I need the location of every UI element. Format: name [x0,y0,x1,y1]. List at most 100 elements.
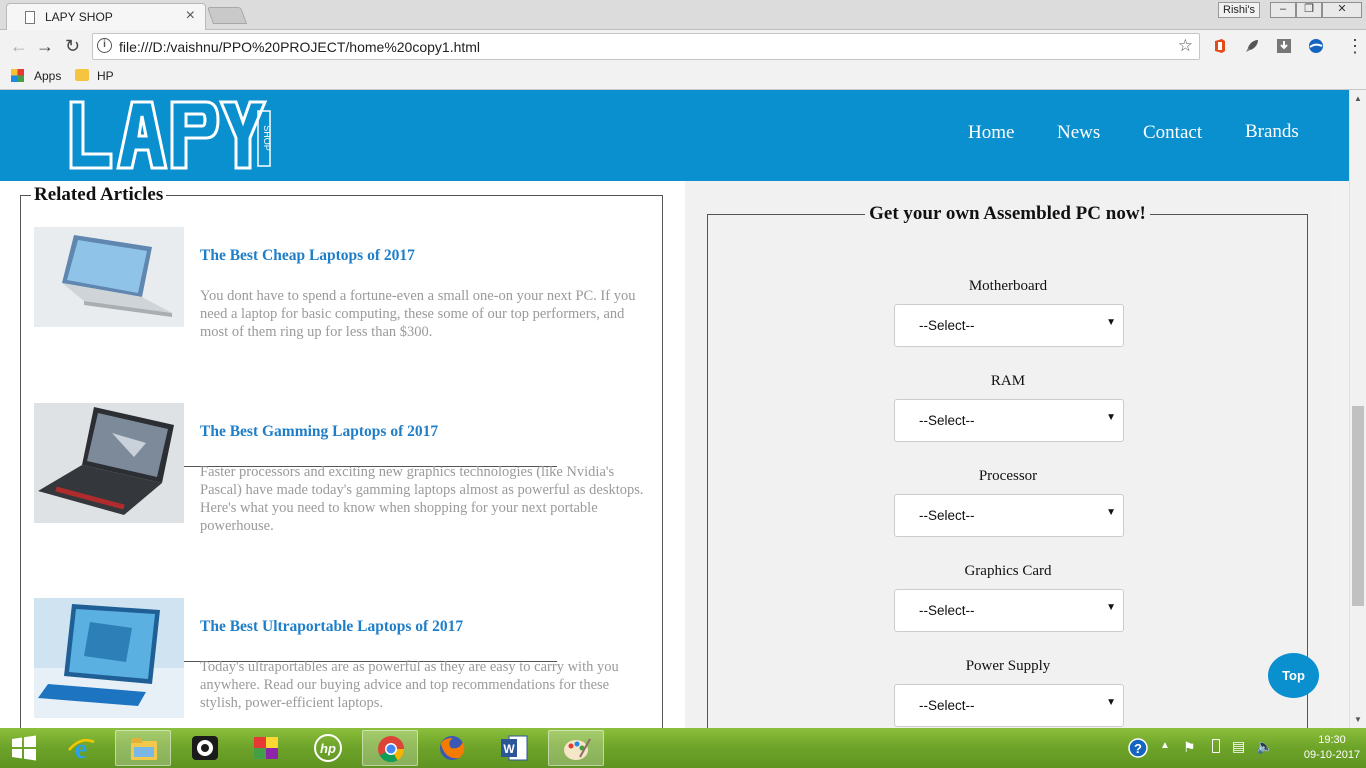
battery-icon[interactable] [1212,739,1220,753]
article-title[interactable]: The Best Cheap Laptops of 2017 [200,247,415,265]
article-card: The Best Ultraportable Laptops of 2017 T… [34,598,654,718]
system-clock[interactable]: 19:30 09-10-2017 [1302,733,1362,763]
firefox-icon [440,736,465,760]
new-tab-button[interactable] [206,7,248,24]
logo-shop-text: SHOP [262,125,272,151]
nav-brands[interactable]: Brands [1245,121,1299,143]
scroll-up-icon[interactable]: ▲ [1354,94,1362,103]
lapy-logo[interactable]: SHOP [66,96,276,176]
motherboard-label: Motherboard [968,278,1048,294]
browser-toolbar: ← → ↻ i file:///D:/vaishnu/PPO%20PROJECT… [0,30,1366,64]
help-icon[interactable]: ? [1128,738,1148,758]
paint-app-icon [254,737,278,759]
back-to-top-button[interactable]: Top [1268,653,1319,698]
nav-contact[interactable]: Contact [1143,122,1202,144]
pc-builder-heading: Get your own Assembled PC now! [869,203,1146,224]
taskbar-chrome[interactable] [362,730,418,766]
apps-icon[interactable] [11,69,24,82]
taskbar-paint[interactable] [548,730,604,766]
back-icon[interactable]: ← [10,36,28,57]
article-title[interactable]: The Best Gamming Laptops of 2017 [200,423,438,441]
article-card: The Best Gamming Laptops of 2017 Faster … [34,403,654,534]
paint-palette-icon [564,738,591,760]
dropdown-arrow-icon: ▼ [1106,507,1116,518]
url-text[interactable]: file:///D:/vaishnu/PPO%20PROJECT/home%20… [119,39,480,55]
internet-explorer-icon: e [68,734,95,762]
dropdown-arrow-icon: ▼ [1106,602,1116,613]
ram-label: RAM [990,373,1026,389]
laptop-silver-image[interactable] [34,227,184,327]
taskbar-hp[interactable]: hp [300,730,356,766]
article-summary: You dont have to spend a fortune-even a … [200,288,636,340]
select-value: --Select-- [919,413,975,428]
scroll-down-icon[interactable]: ▼ [1354,715,1362,724]
office-icon[interactable] [1212,38,1228,54]
bookmark-apps[interactable]: Apps [34,69,61,83]
clock-time: 19:30 [1318,734,1346,746]
start-icon[interactable] [10,734,38,762]
taskbar-ie[interactable]: e [53,730,109,766]
page-scrollbar[interactable]: ▲ ▼ [1349,90,1366,728]
taskbar-camera[interactable] [177,730,233,766]
select-value: --Select-- [919,318,975,333]
minimize-button[interactable]: – [1270,2,1296,18]
processor-select[interactable]: --Select-- ▼ [894,494,1124,537]
scrollbar-thumb[interactable] [1352,406,1364,606]
select-value: --Select-- [919,698,975,713]
select-value: --Select-- [919,508,975,523]
profile-button[interactable]: Rishi's [1218,2,1261,18]
taskbar-firefox[interactable] [424,730,480,766]
page-viewport: SHOP Home News Contact Brands Related Ar… [0,90,1349,728]
select-value: --Select-- [919,603,975,618]
nav-news[interactable]: News [1057,122,1100,144]
action-center-flag-icon[interactable]: ⚑ [1183,739,1196,756]
globe-icon[interactable] [1308,38,1324,54]
folder-icon[interactable] [75,69,89,81]
tab-title: LAPY SHOP [45,10,113,24]
svg-text:?: ? [1134,741,1142,756]
nav-home[interactable]: Home [968,122,1014,144]
pc-builder-panel: Get your own Assembled PC now! Motherboa… [685,181,1331,728]
processor-label: Processor [978,468,1038,484]
windows-taskbar: e hp W ? ▲ ⚑ ▤ 🔈 19:30 09-10-2017 [0,728,1366,768]
graphics-card-label: Graphics Card [964,563,1052,579]
volume-icon[interactable]: 🔈 [1256,738,1273,755]
maximize-button[interactable]: ❐ [1296,2,1322,18]
info-icon[interactable]: i [97,38,112,53]
close-window-button[interactable]: ✕ [1322,2,1362,18]
tablet-laptop-image[interactable] [34,598,184,718]
network-disconnected-icon[interactable]: ▤ [1232,738,1245,755]
article-summary: Today's ultraportables are as powerful a… [200,659,619,711]
show-hidden-icons-icon[interactable]: ▲ [1160,740,1170,751]
bookmark-hp[interactable]: HP [97,69,114,83]
dropdown-arrow-icon: ▼ [1106,412,1116,423]
related-articles-panel: Related Articles The Best Cheap Laptops … [0,181,685,728]
motherboard-select[interactable]: --Select-- ▼ [894,304,1124,347]
reload-icon[interactable]: ↻ [65,36,80,57]
svg-text:e: e [75,734,87,762]
taskbar-explorer[interactable] [115,730,171,766]
article-title[interactable]: The Best Ultraportable Laptops of 2017 [200,618,463,636]
svg-text:hp: hp [320,741,336,756]
star-icon[interactable]: ☆ [1178,36,1193,56]
rocket-icon[interactable] [1244,38,1260,54]
hp-icon: hp [314,734,342,762]
article-summary: Faster processors and exciting new graph… [200,464,644,534]
bookmarks-bar: Apps HP [0,64,1366,90]
forward-icon[interactable]: → [36,36,54,57]
gaming-laptop-image[interactable] [34,403,184,523]
ram-select[interactable]: --Select-- ▼ [894,399,1124,442]
download-icon[interactable] [1276,38,1292,54]
graphics-card-select[interactable]: --Select-- ▼ [894,589,1124,632]
taskbar-paint-app[interactable] [238,730,294,766]
word-icon: W [501,735,528,761]
site-header: SHOP Home News Contact Brands [0,90,1349,181]
browser-tab[interactable]: LAPY SHOP × [6,3,206,31]
menu-icon[interactable]: ⋮ [1346,36,1364,57]
chrome-icon [378,736,405,763]
taskbar-word[interactable]: W [486,730,542,766]
power-supply-select[interactable]: --Select-- ▼ [894,684,1124,727]
tab-close-icon[interactable]: × [186,7,195,25]
address-bar[interactable]: i file:///D:/vaishnu/PPO%20PROJECT/home%… [92,33,1200,60]
dropdown-arrow-icon: ▼ [1106,317,1116,328]
